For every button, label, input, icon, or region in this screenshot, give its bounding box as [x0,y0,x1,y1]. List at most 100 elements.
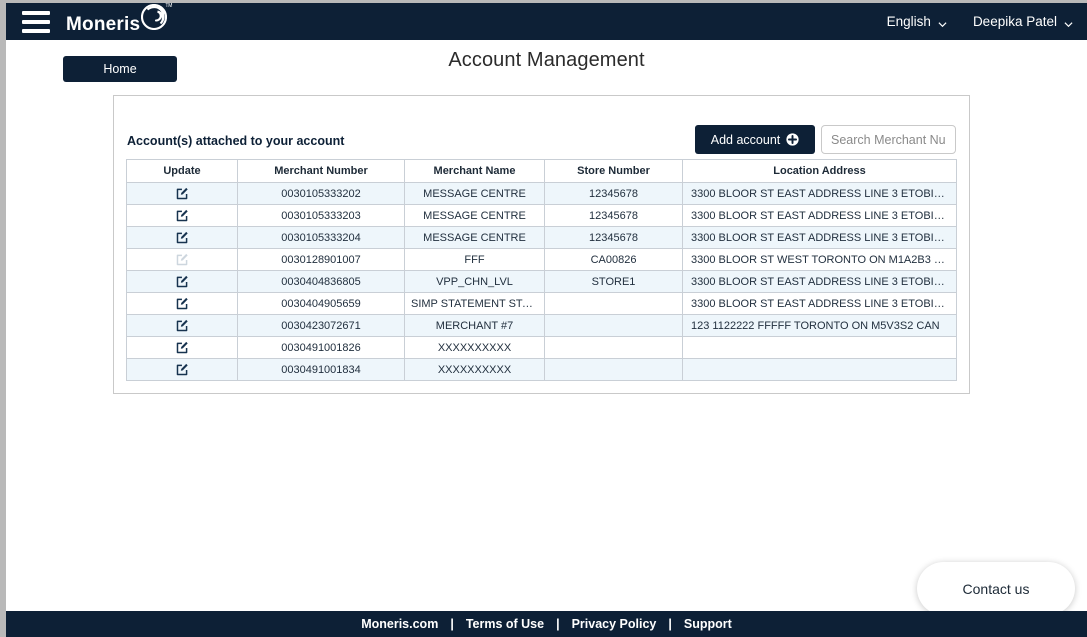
page-title: Account Management [448,49,645,71]
search-merchant-number-input[interactable] [821,125,956,154]
cell-merchant-number: 0030404905659 [237,292,405,315]
cell-store-number: 12345678 [544,226,683,249]
trademark-mark: TM [165,3,173,9]
chevron-down-icon [938,17,947,28]
cell-store-number [544,358,683,381]
cell-store-number [544,292,683,315]
moneris-logo[interactable]: Moneris TM [66,3,172,37]
user-name-label: Deepika Patel [972,14,1057,29]
cell-merchant-name: VPP_CHN_LVL [404,270,545,293]
add-account-label: Add account [710,132,781,147]
table-row: 0030105333202 MESSAGE CENTRE 12345678 3300 … [126,182,957,205]
table-row: 0030105333204 MESSAGE CENTRE 12345678 3300 … [126,226,957,249]
cell-update [126,226,238,249]
edit-pencil-icon[interactable] [176,275,189,288]
top-navigation-bar: Moneris TM English Deepika Patel [6,3,1087,40]
cell-store-number [544,336,683,359]
cell-location-address: 3300 BLOOR ST EAST ADDRESS LINE 3 ETOBIC… [682,226,957,249]
cell-location-address: 3300 BLOOR ST EAST ADDRESS LINE 3 ETOBIC… [682,270,957,293]
user-menu[interactable]: Deepika Patel [973,14,1073,29]
language-label: English [886,14,931,29]
cell-update [126,270,238,293]
cell-merchant-number: 0030105333203 [237,204,405,227]
page-header: Home Account Management [6,40,1087,87]
nav-right-group: English Deepika Patel [861,14,1073,29]
cell-merchant-name: MESSAGE CENTRE [404,204,545,227]
footer-link-privacy-policy[interactable]: Privacy Policy [572,617,657,631]
cell-update [126,292,238,315]
browser-frame: Moneris TM English Deepika Patel Home Ac… [0,0,1087,637]
cell-merchant-number: 0030423072671 [237,314,405,337]
table-header-row: Update Merchant Number Merchant Name Sto… [126,159,957,183]
cell-merchant-name: FFF [404,248,545,271]
table-row: 0030128901007 FFF CA00826 3300 BLOOR ST WES… [126,248,957,271]
page-footer: Moneris.com | Terms of Use | Privacy Policy |… [6,611,1087,637]
cell-merchant-number: 0030404836805 [237,270,405,293]
edit-pencil-icon [176,253,189,266]
table-row: 0030404836805 VPP_CHN_LVL STORE1 3300 BLOOR… [126,270,957,293]
add-account-button[interactable]: Add account [695,125,815,154]
cell-store-number: CA00826 [544,248,683,271]
footer-link-moneris-com[interactable]: Moneris.com [361,617,438,631]
cell-merchant-name: SIMP STATEMENT STAND... [404,292,545,315]
table-body: 0030105333202 MESSAGE CENTRE 12345678 3300 … [126,182,957,381]
cell-store-number: STORE1 [544,270,683,293]
edit-pencil-icon[interactable] [176,363,189,376]
page-viewport: Moneris TM English Deepika Patel Home Ac… [6,3,1087,637]
cell-merchant-name: XXXXXXXXXX [404,336,545,359]
cell-store-number: 12345678 [544,182,683,205]
hamburger-menu-icon[interactable] [22,10,50,33]
footer-separator: | [668,617,672,631]
table-row: 0030491001826 XXXXXXXXXX [126,336,957,359]
cell-merchant-number: 0030491001834 [237,358,405,381]
cell-merchant-name: MESSAGE CENTRE [404,226,545,249]
edit-pencil-icon[interactable] [176,187,189,200]
language-selector[interactable]: English [887,14,947,29]
cell-merchant-name: MERCHANT #7 [404,314,545,337]
column-header-location-address: Location Address [682,159,957,183]
cell-update [126,248,238,271]
column-header-store-number: Store Number [544,159,683,183]
contact-us-button[interactable]: Contact us [917,562,1075,615]
table-row: 0030423072671 MERCHANT #7 123 1122222 FFFF… [126,314,957,337]
accounts-card: Account(s) attached to your account Add … [113,95,970,394]
edit-pencil-icon[interactable] [176,319,189,332]
contact-us-label: Contact us [962,580,1030,597]
edit-pencil-icon[interactable] [176,209,189,222]
cell-location-address: 123 1122222 FFFFF TORONTO ON M5V3S2 CAN [682,314,957,337]
cell-location-address [682,336,957,359]
cell-location-address: 3300 BLOOR ST WEST TORONTO ON M1A2B3 CAN [682,248,957,271]
card-toolbar: Account(s) attached to your account Add … [114,96,969,159]
accounts-card-label: Account(s) attached to your account [127,134,345,148]
column-header-merchant-number: Merchant Number [237,159,405,183]
brand-name: Moneris [66,13,141,35]
accounts-table: Update Merchant Number Merchant Name Sto… [126,159,957,381]
column-header-merchant-name: Merchant Name [404,159,545,183]
cell-location-address: 3300 BLOOR ST EAST ADDRESS LINE 3 ETOBIC… [682,292,957,315]
cell-merchant-number: 0030491001826 [237,336,405,359]
table-row: 0030404905659 SIMP STATEMENT STAND... 3300… [126,292,957,315]
edit-pencil-icon[interactable] [176,297,189,310]
footer-link-support[interactable]: Support [684,617,732,631]
column-header-update: Update [126,159,238,183]
table-row: 0030105333203 MESSAGE CENTRE 12345678 3300 … [126,204,957,227]
footer-separator: | [556,617,560,631]
cell-merchant-number: 0030128901007 [237,248,405,271]
footer-separator: | [450,617,454,631]
edit-pencil-icon[interactable] [176,341,189,354]
cell-store-number [544,314,683,337]
moneris-swirl-logo-icon: TM [141,3,172,35]
cell-update [126,182,238,205]
cell-update [126,314,238,337]
cell-location-address: 3300 BLOOR ST EAST ADDRESS LINE 3 ETOBIC… [682,204,957,227]
cell-store-number: 12345678 [544,204,683,227]
cell-location-address [682,358,957,381]
cell-update [126,204,238,227]
cell-merchant-number: 0030105333204 [237,226,405,249]
table-row: 0030491001834 XXXXXXXXXX [126,358,957,381]
plus-circle-icon [786,133,799,146]
edit-pencil-icon[interactable] [176,231,189,244]
cell-merchant-name: MESSAGE CENTRE [404,182,545,205]
cell-merchant-name: XXXXXXXXXX [404,358,545,381]
footer-link-terms-of-use[interactable]: Terms of Use [466,617,544,631]
